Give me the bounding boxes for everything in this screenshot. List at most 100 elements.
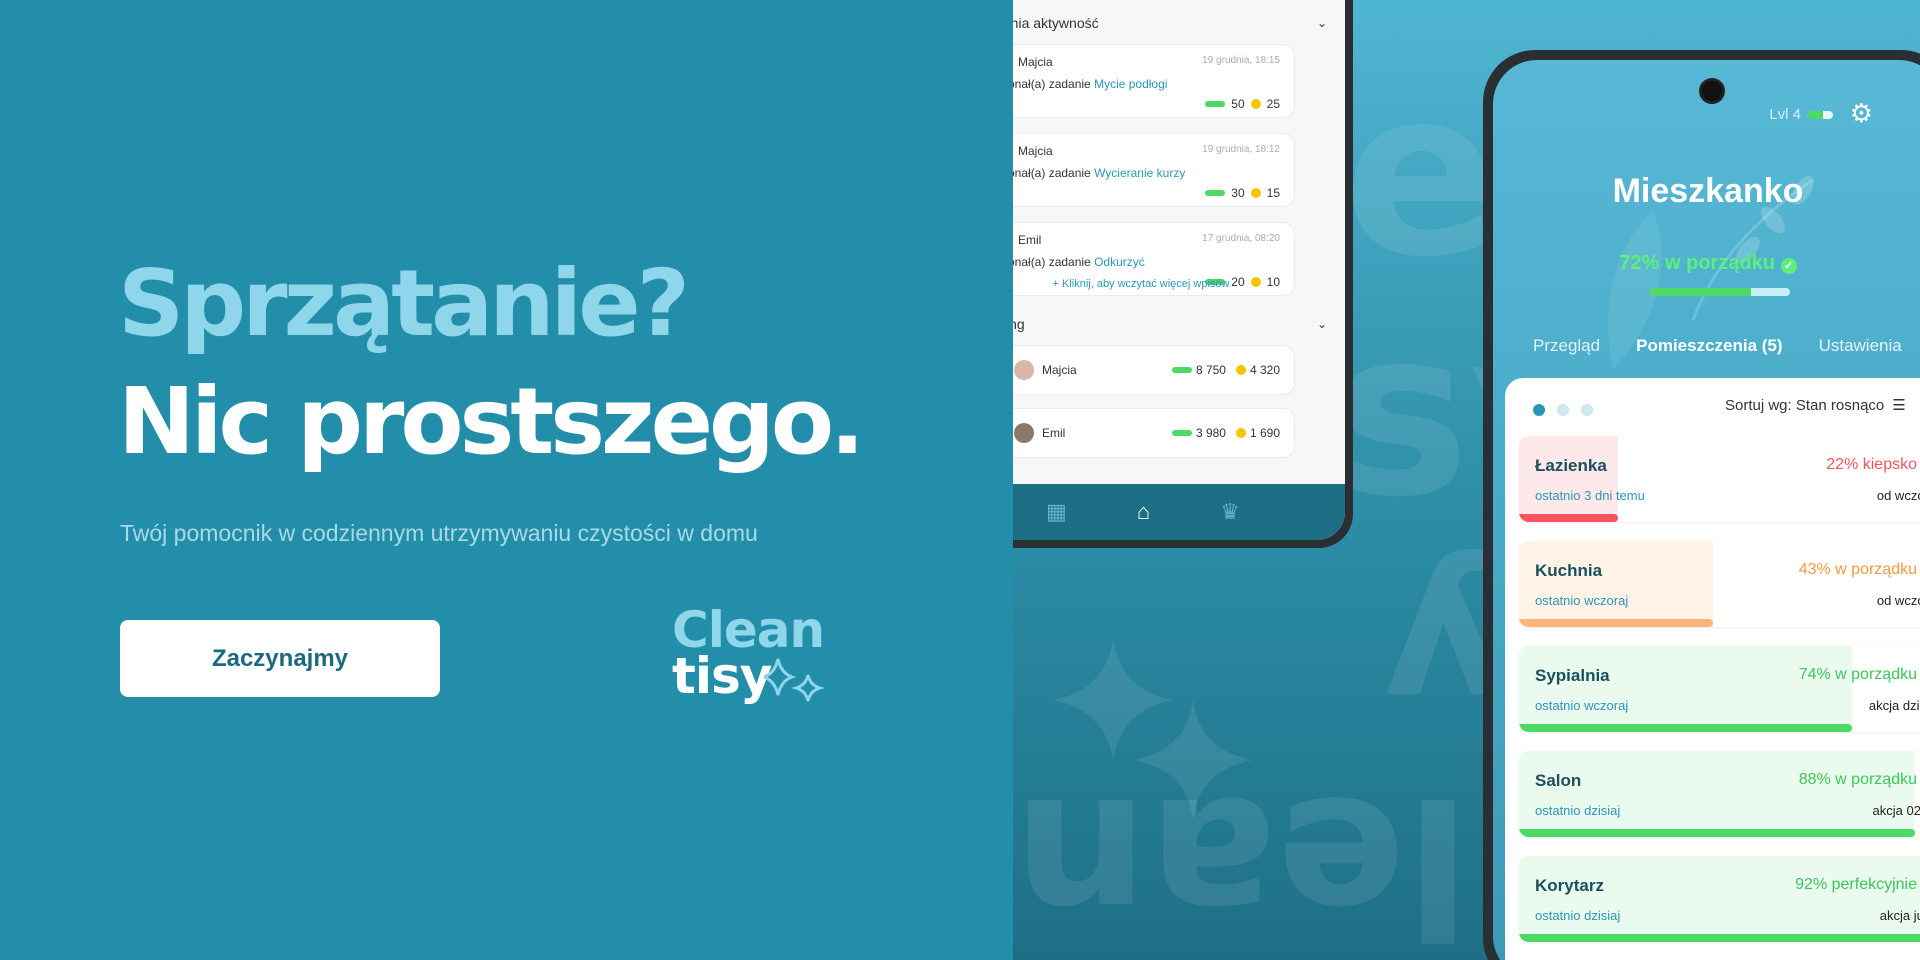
coin-icon	[1235, 428, 1246, 438]
room-level-fill	[1519, 856, 1920, 942]
coin-value: 15	[1266, 186, 1280, 200]
room-status-text: 92% perfekcyjnie	[1795, 876, 1917, 893]
room-level-fill	[1519, 751, 1915, 837]
page-dot[interactable]	[1533, 404, 1545, 416]
rooms-screen: Lvl 4 ⚙ Mieszkanko 72% w porządku ✓ Prze…	[1493, 60, 1920, 960]
level-label: Lvl 4	[1769, 106, 1801, 123]
activity-text: ykonał(a) zadanie Mycie podłogi	[1013, 77, 1167, 91]
rank-name: Majcia	[1042, 363, 1077, 377]
room-status: 92% perfekcyjnie✓	[1795, 876, 1920, 894]
room-next-action: akcja 02.01	[1872, 803, 1920, 818]
calendar-icon[interactable]: ▦	[1046, 499, 1067, 525]
activity-prefix: ykonał(a) zadanie	[1013, 166, 1091, 180]
sort-label: Sortuj wg: Stan rosnąco	[1725, 396, 1885, 414]
tab-settings[interactable]: Ustawienia	[1819, 336, 1902, 356]
activity-title: atnia aktywność	[1013, 15, 1099, 31]
room-last-cleaned: ostatnio dzisiaj	[1535, 803, 1621, 818]
sparkle-icon	[764, 658, 826, 702]
room-next-action: od wczoraj	[1876, 488, 1920, 503]
activity-task-link[interactable]: Wycieranie kurzy	[1094, 166, 1185, 180]
activity-time: 17 grudnia, 08:20	[1202, 233, 1280, 244]
headline-answer: Nic prostszego.	[118, 368, 865, 475]
avatar	[1014, 360, 1034, 380]
room-status: 74% w porządku✓	[1799, 666, 1920, 684]
ranking-header[interactable]: king ⌄	[1013, 307, 1345, 341]
room-card[interactable]: Korytarz ostatnio dzisiaj 92% perfekcyjnie…	[1519, 856, 1920, 942]
activity-item[interactable]: Majcia 19 grudnia, 18:15 ykonał(a) zadan…	[1013, 44, 1295, 118]
camera-cutout	[1699, 78, 1725, 104]
activity-rewards: 30 15	[1205, 186, 1280, 200]
level-progress-bar	[1807, 110, 1833, 119]
room-card[interactable]: Łazienka ostatnio 3 dni temu 22% kiepsko! o…	[1519, 436, 1920, 522]
room-name: Salon	[1535, 771, 1582, 790]
level-indicator: Lvl 4	[1769, 106, 1833, 123]
activity-text: ykonał(a) zadanie Odkurzyć	[1013, 255, 1145, 269]
coin-value: 25	[1266, 97, 1280, 111]
phone-rooms: Lvl 4 ⚙ Mieszkanko 72% w porządku ✓ Prze…	[1483, 50, 1920, 960]
trophy-icon[interactable]: ♛	[1220, 499, 1240, 525]
room-last-cleaned: ostatnio 3 dni temu	[1535, 488, 1645, 503]
room-last-cleaned: ostatnio wczoraj	[1535, 593, 1629, 608]
rank-coins: 1 690	[1235, 426, 1280, 440]
page-dot[interactable]	[1557, 404, 1569, 416]
room-name: Sypialnia	[1535, 666, 1610, 685]
room-last-cleaned: ostatnio wczoraj	[1535, 698, 1629, 713]
coin-value: 4 320	[1249, 363, 1280, 377]
load-more-link[interactable]: + Kliknij, aby wczytać więcej wpisów	[1013, 278, 1291, 290]
activity-time: 19 grudnia, 18:15	[1202, 55, 1280, 66]
room-name: Kuchnia	[1535, 561, 1603, 580]
activity-header[interactable]: atnia aktywność ⌄	[1013, 6, 1345, 40]
tab-overview[interactable]: Przegląd	[1533, 336, 1600, 356]
gear-icon[interactable]: ⚙	[1850, 98, 1873, 129]
activity-rewards: 50 25	[1205, 97, 1280, 111]
coin-icon	[1250, 99, 1261, 109]
household-name: Mieszkanko	[1612, 172, 1804, 210]
logo-line-2: tisy	[672, 647, 772, 705]
xp-icon	[1171, 367, 1192, 373]
avatar	[1014, 423, 1034, 443]
bg-word-e: e	[1343, 41, 1499, 308]
headline-question: Sprzątanie?	[118, 250, 690, 357]
room-level-fill	[1519, 436, 1618, 522]
room-status: 43% w porządku!	[1799, 561, 1920, 579]
cleantisy-logo: Clean tisy	[672, 605, 832, 715]
rank-coins: 4 320	[1235, 363, 1280, 377]
order-status: 72% w porządku ✓	[1493, 252, 1920, 275]
room-status-text: 88% w porządku	[1798, 771, 1917, 788]
coin-icon	[1235, 365, 1246, 375]
activity-item[interactable]: Majcia 19 grudnia, 18:12 ykonał(a) zadan…	[1013, 133, 1295, 207]
app-preview-panel: e sy tisy clean atnia aktywność ⌄ Majcia…	[1013, 0, 1920, 960]
phone-activity: atnia aktywność ⌄ Majcia 19 grudnia, 18:…	[1013, 0, 1353, 548]
rooms-panel: Sortuj wg: Stan rosnąco ☰ Łazienka ostatn…	[1505, 378, 1920, 960]
room-next-action: od wczoraj	[1876, 593, 1920, 608]
ranking-row[interactable]: 2 Emil 3 980 1 690	[1013, 408, 1295, 458]
ranking-row[interactable]: 1 Majcia 8 750 4 320	[1013, 345, 1295, 395]
room-progress-bar	[1519, 724, 1852, 732]
xp-value: 50	[1231, 97, 1245, 111]
activity-task-link[interactable]: Odkurzyć	[1094, 255, 1145, 269]
xp-icon	[1171, 430, 1192, 436]
xp-value: 30	[1231, 186, 1245, 200]
rank-xp: 3 980	[1171, 426, 1226, 440]
room-level-fill	[1519, 541, 1713, 627]
start-button[interactable]: Zaczynajmy	[120, 620, 440, 697]
hero-subtitle: Twój pomocnik w codziennym utrzymywaniu …	[120, 520, 758, 546]
activity-user: Majcia	[1018, 144, 1053, 158]
room-card[interactable]: Kuchnia ostatnio wczoraj 43% w porządku! od…	[1519, 541, 1920, 627]
xp-value: 3 980	[1195, 426, 1226, 440]
chevron-down-icon[interactable]: ⌄	[1317, 317, 1327, 331]
sort-control[interactable]: Sortuj wg: Stan rosnąco ☰	[1725, 396, 1906, 415]
tab-rooms[interactable]: Pomieszczenia (5)	[1636, 336, 1782, 356]
rank-xp: 8 750	[1171, 363, 1226, 377]
activity-prefix: ykonał(a) zadanie	[1013, 255, 1091, 269]
room-card[interactable]: Salon ostatnio dzisiaj 88% w porządku✓ akcj…	[1519, 751, 1920, 837]
activity-task-link[interactable]: Mycie podłogi	[1094, 77, 1167, 91]
page-indicator	[1533, 404, 1593, 416]
chevron-down-icon[interactable]: ⌄	[1317, 16, 1327, 30]
xp-icon	[1205, 190, 1226, 196]
room-status-text: 43% w porządku	[1798, 561, 1917, 578]
home-icon[interactable]: ⌂	[1137, 499, 1150, 525]
room-card[interactable]: Sypialnia ostatnio wczoraj 74% w porządku✓…	[1519, 646, 1920, 732]
filter-icon[interactable]: ☰	[1892, 396, 1905, 414]
page-dot[interactable]	[1581, 404, 1593, 416]
